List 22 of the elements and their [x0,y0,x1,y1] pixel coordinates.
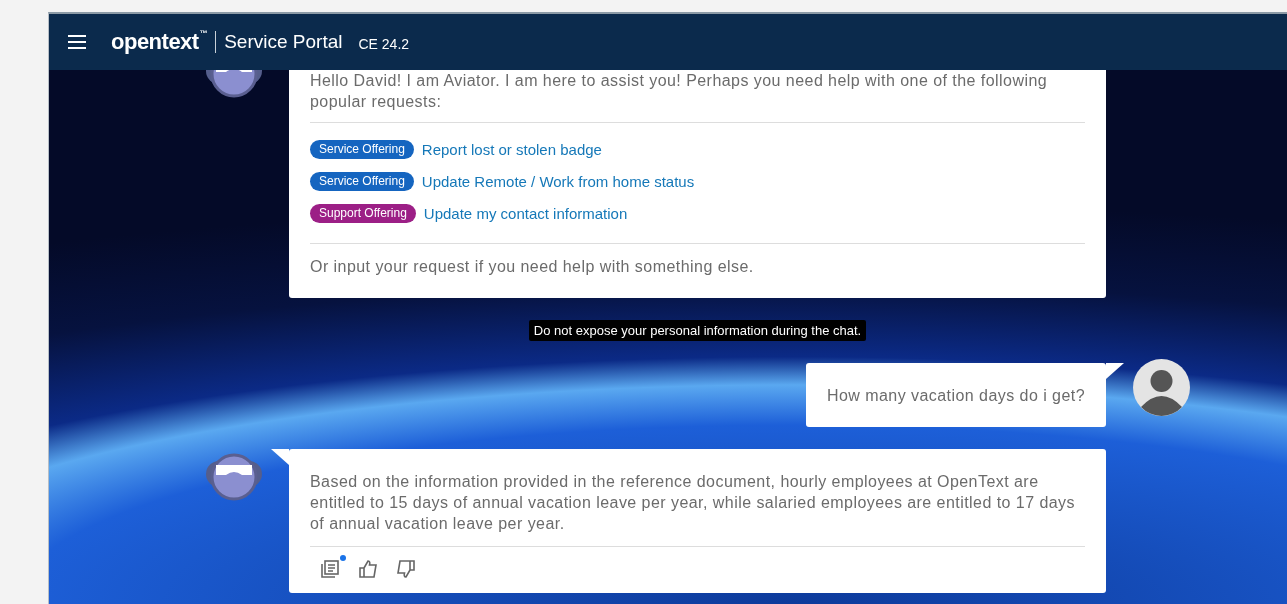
user-avatar-icon [1133,359,1190,416]
message-text: Based on the information provided in the reference document, hourly employees at OpenText are entitled to 15 days of annual vacation leave per year, while salaried employees are entitled to 17 days of annual vacation leave per year. [310,472,1077,534]
robot-avatar-icon [206,451,262,503]
document-icon [320,559,340,579]
request-link[interactable]: Update Remote / Work from home status [421,171,695,192]
notification-dot [340,555,346,561]
message-text: Hello David! I am Aviator. I am here to assist you! Perhaps you need help with one of the following popular requests: [310,71,1049,112]
thumbs-up-icon [358,559,378,579]
like-button[interactable] [356,557,380,581]
offering-tag: Service Offering [310,140,414,159]
privacy-tooltip: Do not expose your personal information during the chat. [528,320,867,341]
dislike-button[interactable] [394,557,418,581]
offering-tag: Support Offering [310,204,416,223]
request-link[interactable]: Report lost or stolen badge [421,139,602,160]
request-link[interactable]: Update my contact information [423,203,628,224]
product-name: Service Portal [215,31,343,53]
offering-tag: Service Offering [310,172,414,191]
version-label: CE 24.2 [358,35,410,52]
menu-icon[interactable] [68,34,86,50]
brand-logo: opentext™ [111,29,208,55]
thumbs-down-icon [396,559,416,579]
message-text: Or input your request if you need help with something else. [310,257,755,277]
